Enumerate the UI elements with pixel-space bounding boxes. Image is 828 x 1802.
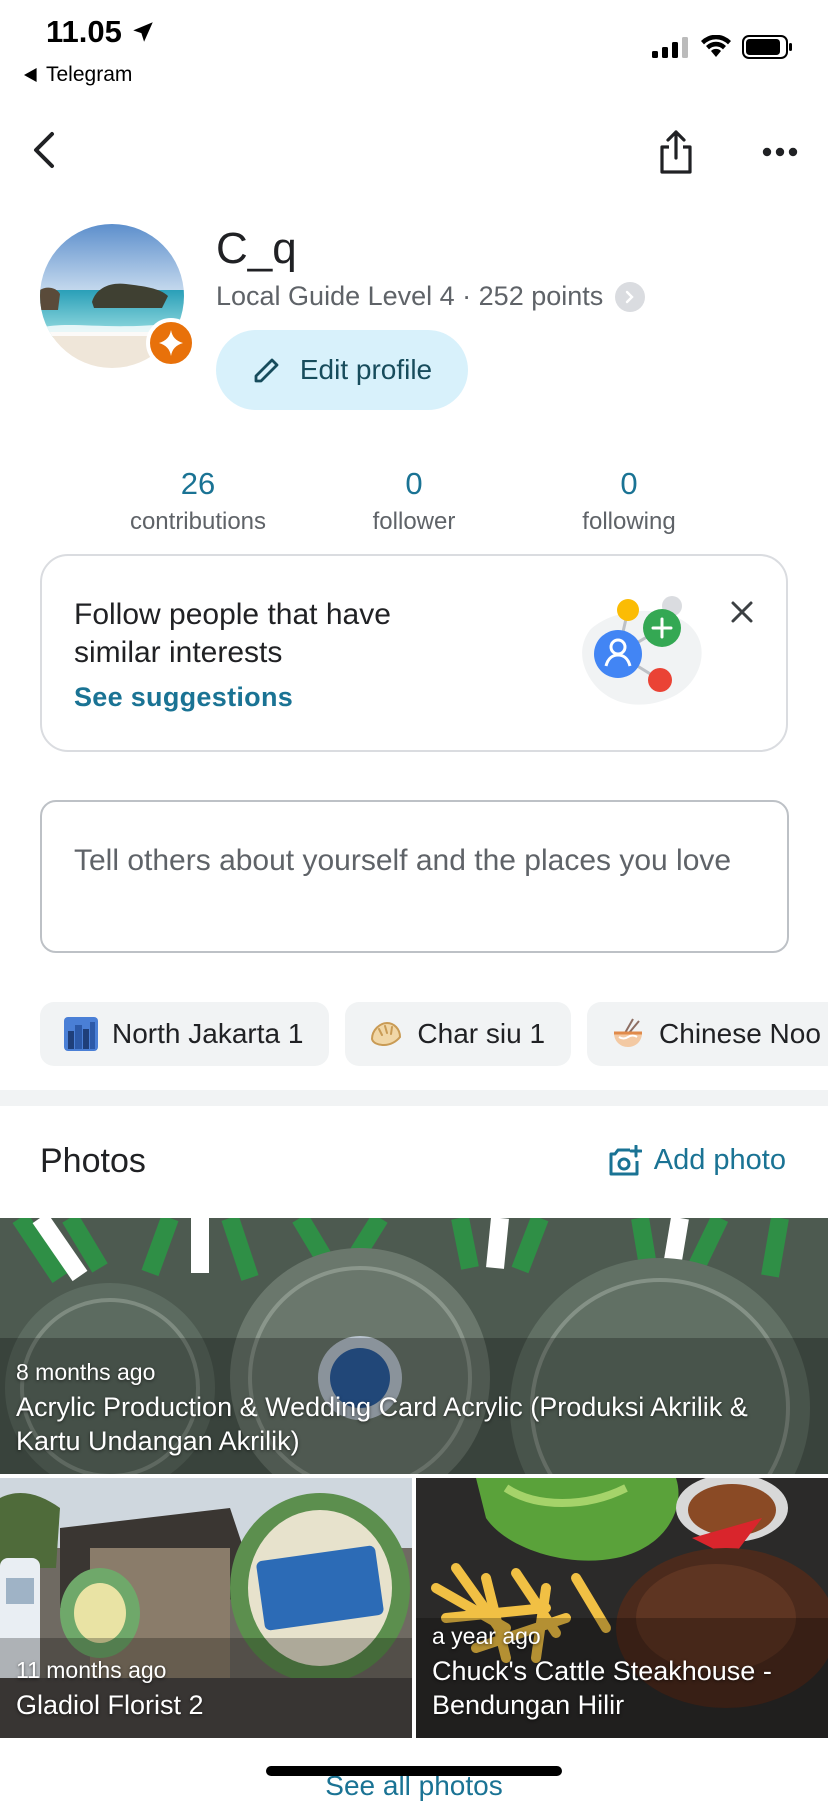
cityscape-icon [64, 1017, 98, 1051]
more-horizontal-icon [762, 147, 798, 157]
battery-icon [742, 35, 792, 59]
back-arrow-icon [34, 132, 54, 168]
edit-profile-button[interactable]: Edit profile [216, 330, 468, 410]
chip-char-siu[interactable]: Char siu 1 [345, 1002, 572, 1066]
see-suggestions-link[interactable]: See suggestions [74, 682, 293, 713]
back-triangle-icon [24, 68, 37, 82]
profile-name: C_q [216, 224, 297, 273]
add-photo-label: Add photo [653, 1144, 786, 1176]
photo-tile-medals[interactable]: 8 months ago Acrylic Production & Weddin… [0, 1218, 828, 1474]
stat-label: follower [372, 508, 456, 535]
share-button[interactable] [646, 122, 706, 182]
cellular-signal-icon [652, 37, 688, 58]
stat-following[interactable]: 0 following [529, 466, 729, 536]
stat-label: following [582, 508, 676, 535]
back-button[interactable] [14, 120, 74, 180]
photo-place: Chuck's Cattle Steakhouse - Bendungan Hi… [432, 1656, 772, 1720]
photo-tile-steakhouse[interactable]: a year ago Chuck's Cattle Steakhouse - B… [416, 1478, 828, 1738]
home-indicator [266, 1766, 562, 1776]
stat-value: 0 [405, 466, 423, 501]
status-icons [652, 34, 794, 60]
photo-place: Acrylic Production & Wedding Card Acryli… [16, 1392, 748, 1456]
chip-label: North Jakarta 1 [112, 1018, 304, 1049]
local-guide-level[interactable]: Local Guide Level 4 · 252 points [216, 281, 646, 312]
local-guide-badge-icon [146, 318, 196, 368]
dumpling-icon [371, 1021, 402, 1047]
bio-input[interactable]: Tell others about yourself and the place… [40, 800, 789, 953]
stat-follower[interactable]: 0 follower [314, 466, 514, 536]
add-photo-button[interactable]: Add photo [608, 1144, 786, 1177]
photo-age: 8 months ago [16, 1359, 156, 1385]
photo-age: a year ago [432, 1623, 541, 1649]
follow-suggestion-card: Follow people that have similar interest… [40, 554, 788, 752]
noodle-bowl-icon [614, 1018, 643, 1047]
level-text: Local Guide Level 4 · 252 points [216, 281, 604, 311]
edit-profile-label: Edit profile [299, 354, 433, 385]
close-icon [731, 601, 753, 623]
chip-label: Chinese Noo [659, 1018, 821, 1049]
chip-chinese-noodles[interactable]: Chinese Noo [587, 1002, 828, 1066]
stat-value: 0 [620, 466, 638, 501]
stat-value: 26 [180, 466, 216, 501]
wifi-icon [701, 35, 731, 57]
dismiss-suggestion-button[interactable] [722, 592, 762, 632]
stat-contributions[interactable]: 26 contributions [98, 466, 298, 536]
chip-label: Char siu 1 [417, 1018, 546, 1049]
contribution-chips: North Jakarta 1 Char siu 1 Chinese Noo [40, 1002, 828, 1066]
share-icon [660, 130, 692, 174]
more-options-button[interactable] [750, 122, 810, 182]
photos-section-title: Photos [40, 1142, 146, 1180]
section-divider [0, 1090, 828, 1106]
photo-age: 11 months ago [16, 1657, 167, 1683]
status-time-text: 11.05 [46, 14, 122, 49]
suggestion-title: Follow people that have similar interest… [74, 598, 391, 669]
back-app-label: Telegram [46, 63, 133, 86]
back-to-app-link[interactable]: Telegram [24, 63, 132, 87]
photo-place: Gladiol Florist 2 [16, 1690, 204, 1720]
photo-tile-florist[interactable]: 11 months ago Gladiol Florist 2 [0, 1478, 412, 1738]
location-arrow-icon [133, 22, 153, 42]
add-photo-icon [609, 1144, 642, 1175]
pencil-icon [254, 358, 279, 383]
status-time: 11.05 [46, 14, 156, 50]
stat-label: contributions [129, 508, 267, 535]
chevron-right-icon [615, 281, 646, 312]
chip-north-jakarta[interactable]: North Jakarta 1 [40, 1002, 330, 1066]
